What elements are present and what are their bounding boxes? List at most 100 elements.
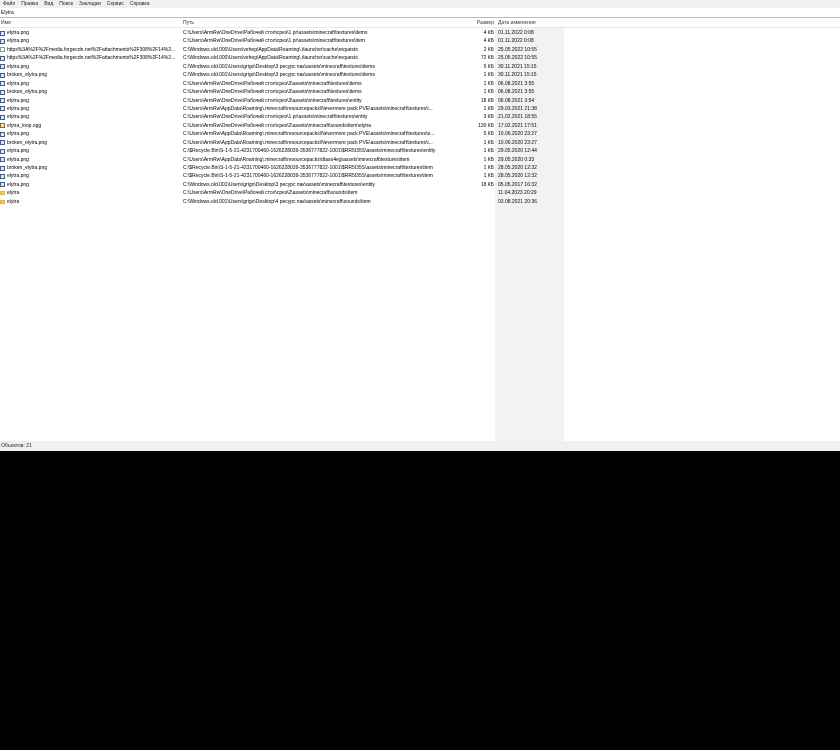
row-path: C:\Users\ArmRw\OneDrive\Рабочий стол\сре… bbox=[183, 30, 368, 36]
column-header-path[interactable]: Путь bbox=[183, 19, 479, 27]
png-file-icon bbox=[0, 157, 5, 163]
row-name: elytra.png bbox=[7, 131, 29, 138]
row-name: elytra.png bbox=[7, 114, 29, 121]
table-row[interactable]: elytra.png C:\Users\ArmRw\OneDrive\Рабочи… bbox=[0, 29, 840, 37]
row-date: 06.08.2021 3:55 bbox=[498, 80, 535, 87]
row-name: elytra.png bbox=[7, 181, 29, 188]
table-row[interactable]: elytra.png C:\$Recycle.Bin\S-1-5-21-42317… bbox=[0, 172, 840, 180]
row-path: C:\Users\ArmRw\OneDrive\Рабочий стол\сре… bbox=[183, 80, 362, 87]
row-name: broken_elytra.png bbox=[7, 89, 48, 96]
png-file-icon bbox=[0, 131, 5, 137]
row-size: 4 КБ bbox=[483, 30, 494, 36]
status-text: Объектов: 21 bbox=[1, 443, 32, 449]
row-path: C:\Users\ArmRw\AppData\Roaming\.minecraf… bbox=[183, 156, 410, 163]
table-row[interactable]: elytra.png C:\$Recycle.Bin\S-1-5-21-42317… bbox=[0, 147, 840, 155]
row-path: C:\Users\ArmRw\OneDrive\Рабочий стол\сре… bbox=[183, 190, 358, 197]
table-row[interactable]: elytra.png C:\Users\ArmRw\AppData\Roaming… bbox=[0, 156, 840, 164]
folder-icon bbox=[0, 199, 5, 204]
table-row[interactable]: elytra C:\Users\ArmRw\OneDrive\Рабочий ст… bbox=[0, 189, 840, 197]
row-name: https%3A%2F%2Fmedia.forgecdn.net%2Fattac… bbox=[7, 55, 176, 62]
menu-bookmarks[interactable]: Закладки bbox=[76, 0, 104, 8]
row-name: elytra.png bbox=[7, 63, 29, 70]
row-name: broken_elytra.png bbox=[7, 72, 48, 79]
menu-search[interactable]: Поиск bbox=[56, 0, 76, 8]
row-name: elytra bbox=[7, 190, 20, 197]
menu-file[interactable]: Файл bbox=[0, 0, 18, 8]
table-row[interactable]: https%3A%2F%2Fmedia.forgecdn.net%2Fattac… bbox=[0, 54, 840, 62]
row-size: 1 КБ bbox=[483, 80, 494, 87]
row-date: 29.05.2020 12:44 bbox=[498, 148, 537, 155]
menu-view[interactable]: Вид bbox=[41, 0, 56, 8]
png-file-icon bbox=[0, 165, 5, 171]
row-path: C:\$Recycle.Bin\S-1-5-21-4231700460-1626… bbox=[183, 173, 433, 180]
row-date: 01.11.2022 0:08 bbox=[498, 30, 534, 36]
menu-edit[interactable]: Правка bbox=[18, 0, 41, 8]
table-row[interactable]: elytra_loop.ogg C:\Users\ArmRw\OneDrive\Р… bbox=[0, 122, 840, 130]
row-date: 21.02.2021 18:55 bbox=[498, 114, 537, 121]
table-row[interactable]: broken_elytra.png C:\Windows.old.001\User… bbox=[0, 71, 840, 79]
row-date: 05.05.2017 16:32 bbox=[498, 181, 537, 188]
png-file-icon bbox=[0, 106, 5, 112]
table-row[interactable]: elytra.png C:\Users\ArmRw\OneDrive\Рабочи… bbox=[0, 37, 840, 45]
row-date: 17.02.2021 17:51 bbox=[498, 122, 537, 129]
table-row[interactable]: elytra.png C:\Users\ArmRw\AppData\Roaming… bbox=[0, 130, 840, 138]
png-file-icon bbox=[0, 89, 5, 95]
row-size: 18 КБ bbox=[480, 97, 494, 104]
row-size: 1 КБ bbox=[483, 105, 494, 112]
row-path: C:\Users\ArmRw\OneDrive\Рабочий стол\сре… bbox=[183, 122, 372, 129]
table-row[interactable]: https%3A%2F%2Fmedia.forgecdn.net%2Fattac… bbox=[0, 46, 840, 54]
png-file-icon bbox=[0, 182, 5, 188]
row-name: elytra.png bbox=[7, 105, 29, 112]
row-date: 01.11.2022 0:08 bbox=[498, 38, 534, 45]
row-size: 72 КБ bbox=[480, 55, 494, 62]
row-path: C:\Windows.old.000\Users\veheg\AppData\R… bbox=[183, 46, 358, 53]
table-row[interactable]: broken_elytra.png C:\$Recycle.Bin\S-1-5-2… bbox=[0, 164, 840, 172]
row-name: https%3A%2F%2Fmedia.forgecdn.net%2Fattac… bbox=[7, 46, 176, 53]
row-size: 5 КБ bbox=[483, 131, 494, 138]
row-size: 1 КБ bbox=[483, 156, 494, 163]
menu-tools[interactable]: Сервис bbox=[104, 0, 127, 8]
generic-file-icon bbox=[0, 47, 5, 53]
row-size: 3 КБ bbox=[483, 114, 494, 121]
table-row[interactable]: elytra C:\Windows.old.001\Users\grigo\Des… bbox=[0, 198, 840, 206]
column-header-date[interactable]: Дата изменения bbox=[498, 19, 564, 27]
folder-icon bbox=[0, 191, 5, 196]
table-row[interactable]: elytra.png C:\Users\ArmRw\OneDrive\Рабочи… bbox=[0, 97, 840, 105]
row-date: 06.08.2021 3:55 bbox=[498, 89, 535, 96]
row-size: 5 КБ bbox=[483, 63, 494, 70]
row-date: 29.03.2021 21:38 bbox=[498, 105, 537, 112]
row-date: 30.11.2021 15:15 bbox=[498, 72, 537, 79]
column-header-row: Имя Путь Размер Дата изменения bbox=[0, 19, 840, 28]
table-row[interactable]: elytra.png C:\Users\ArmRw\AppData\Roaming… bbox=[0, 105, 840, 113]
row-name: broken_elytra.png bbox=[7, 139, 48, 146]
row-size: 1 КБ bbox=[483, 173, 494, 180]
column-header-size[interactable]: Размер bbox=[474, 19, 494, 27]
row-name: elytra bbox=[7, 198, 20, 205]
row-path: C:\$Recycle.Bin\S-1-5-21-4231700460-1626… bbox=[183, 148, 436, 155]
row-path: C:\Users\ArmRw\OneDrive\Рабочий стол\сре… bbox=[183, 38, 365, 45]
row-date: 10.06.2020 23:27 bbox=[498, 139, 537, 146]
row-date: 10.06.2020 23:27 bbox=[498, 131, 537, 138]
table-row[interactable]: elytra.png C:\Users\ArmRw\OneDrive\Рабочи… bbox=[0, 80, 840, 88]
row-name: elytra.png bbox=[7, 148, 29, 155]
row-date: 11.04.2023 20:29 bbox=[498, 190, 537, 197]
row-size: 2 КБ bbox=[483, 46, 494, 53]
row-size: 4 КБ bbox=[483, 38, 494, 45]
table-row[interactable]: broken_elytra.png C:\Users\ArmRw\AppData\… bbox=[0, 139, 840, 147]
png-file-icon bbox=[0, 114, 5, 120]
row-path: C:\Windows.old.001\Users\grigo\Desktop\3… bbox=[183, 72, 375, 79]
row-size: 1 КБ bbox=[483, 148, 494, 155]
table-row[interactable]: elytra.png C:\Windows.old.001\Users\grigo… bbox=[0, 63, 840, 71]
results-list: elytra.png C:\Users\ArmRw\OneDrive\Рабочи… bbox=[0, 29, 840, 206]
row-size: 18 КБ bbox=[480, 181, 494, 188]
table-row[interactable]: broken_elytra.png C:\Users\ArmRw\OneDrive… bbox=[0, 88, 840, 96]
table-row[interactable]: elytra.png C:\Windows.old.001\Users\grigo… bbox=[0, 181, 840, 189]
search-input[interactable] bbox=[0, 8, 822, 17]
row-date: 28.05.2020 12:32 bbox=[498, 173, 537, 180]
row-size: 1 КБ bbox=[483, 165, 494, 171]
menu-help[interactable]: Справка bbox=[127, 0, 153, 8]
column-header-name[interactable]: Имя bbox=[1, 19, 179, 27]
row-name: elytra.png bbox=[7, 97, 29, 104]
row-path: C:\Users\ArmRw\AppData\Roaming\.minecraf… bbox=[183, 139, 433, 146]
table-row[interactable]: elytra.png C:\Users\ArmRw\OneDrive\Рабочи… bbox=[0, 113, 840, 121]
